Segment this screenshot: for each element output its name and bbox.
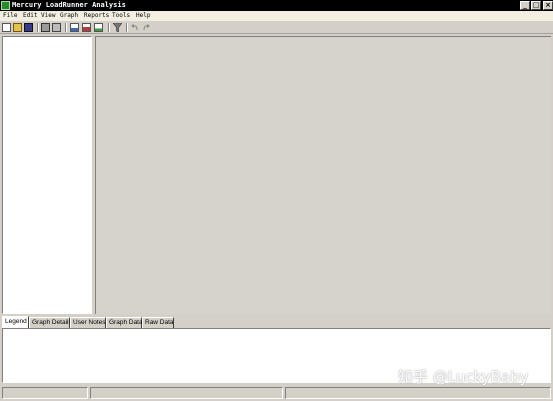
title-bar[interactable]: Mercury LoadRunner Analysis _ □ × bbox=[0, 0, 553, 11]
toolbar bbox=[0, 21, 553, 34]
toolbar-separator bbox=[126, 23, 127, 32]
menu-file[interactable]: File bbox=[3, 11, 17, 21]
print-icon[interactable] bbox=[41, 23, 50, 32]
session-explorer-pane[interactable] bbox=[2, 36, 92, 314]
graph-icon-3[interactable] bbox=[94, 23, 103, 32]
status-panel-1 bbox=[2, 387, 88, 399]
tab-graph-data[interactable]: Graph Data bbox=[106, 317, 143, 328]
close-button[interactable]: × bbox=[543, 1, 553, 10]
minimize-button[interactable]: _ bbox=[520, 1, 530, 10]
menu-help[interactable]: Help bbox=[136, 11, 150, 21]
new-session-icon[interactable] bbox=[2, 23, 11, 32]
redo-icon[interactable] bbox=[142, 23, 151, 32]
filter-icon[interactable] bbox=[112, 22, 123, 33]
status-bar bbox=[0, 385, 553, 401]
window-title: Mercury LoadRunner Analysis bbox=[12, 1, 126, 9]
menu-view[interactable]: View bbox=[41, 11, 55, 21]
toolbar-separator bbox=[108, 23, 109, 32]
toolbar-separator bbox=[37, 23, 38, 32]
app-icon[interactable] bbox=[1, 1, 10, 10]
graph-viewing-area[interactable] bbox=[95, 36, 551, 314]
details-tabs: Legend Graph Details User Notes Graph Da… bbox=[2, 316, 551, 328]
menu-graph[interactable]: Graph bbox=[60, 11, 78, 21]
undo-icon[interactable] bbox=[130, 23, 139, 32]
open-icon[interactable] bbox=[13, 23, 22, 32]
status-panel-3 bbox=[285, 387, 551, 399]
print-preview-icon[interactable] bbox=[52, 23, 61, 32]
menu-edit[interactable]: Edit bbox=[23, 11, 37, 21]
graph-icon-1[interactable] bbox=[70, 23, 79, 32]
tab-legend[interactable]: Legend bbox=[2, 316, 29, 328]
maximize-button[interactable]: □ bbox=[531, 1, 541, 10]
menu-tools[interactable]: Tools bbox=[112, 11, 130, 21]
menu-bar: File Edit View Graph Reports Tools Help bbox=[0, 11, 553, 21]
save-icon[interactable] bbox=[24, 23, 33, 32]
status-panel-2 bbox=[90, 387, 283, 399]
tab-raw-data[interactable]: Raw Data bbox=[142, 317, 174, 328]
watermark-text: 知乎 @LuckyBaby bbox=[398, 368, 529, 386]
tab-user-notes[interactable]: User Notes bbox=[70, 317, 106, 328]
graph-icon-2[interactable] bbox=[82, 23, 91, 32]
menu-reports[interactable]: Reports bbox=[84, 11, 109, 21]
tab-graph-details[interactable]: Graph Details bbox=[29, 317, 72, 328]
toolbar-separator bbox=[65, 23, 66, 32]
